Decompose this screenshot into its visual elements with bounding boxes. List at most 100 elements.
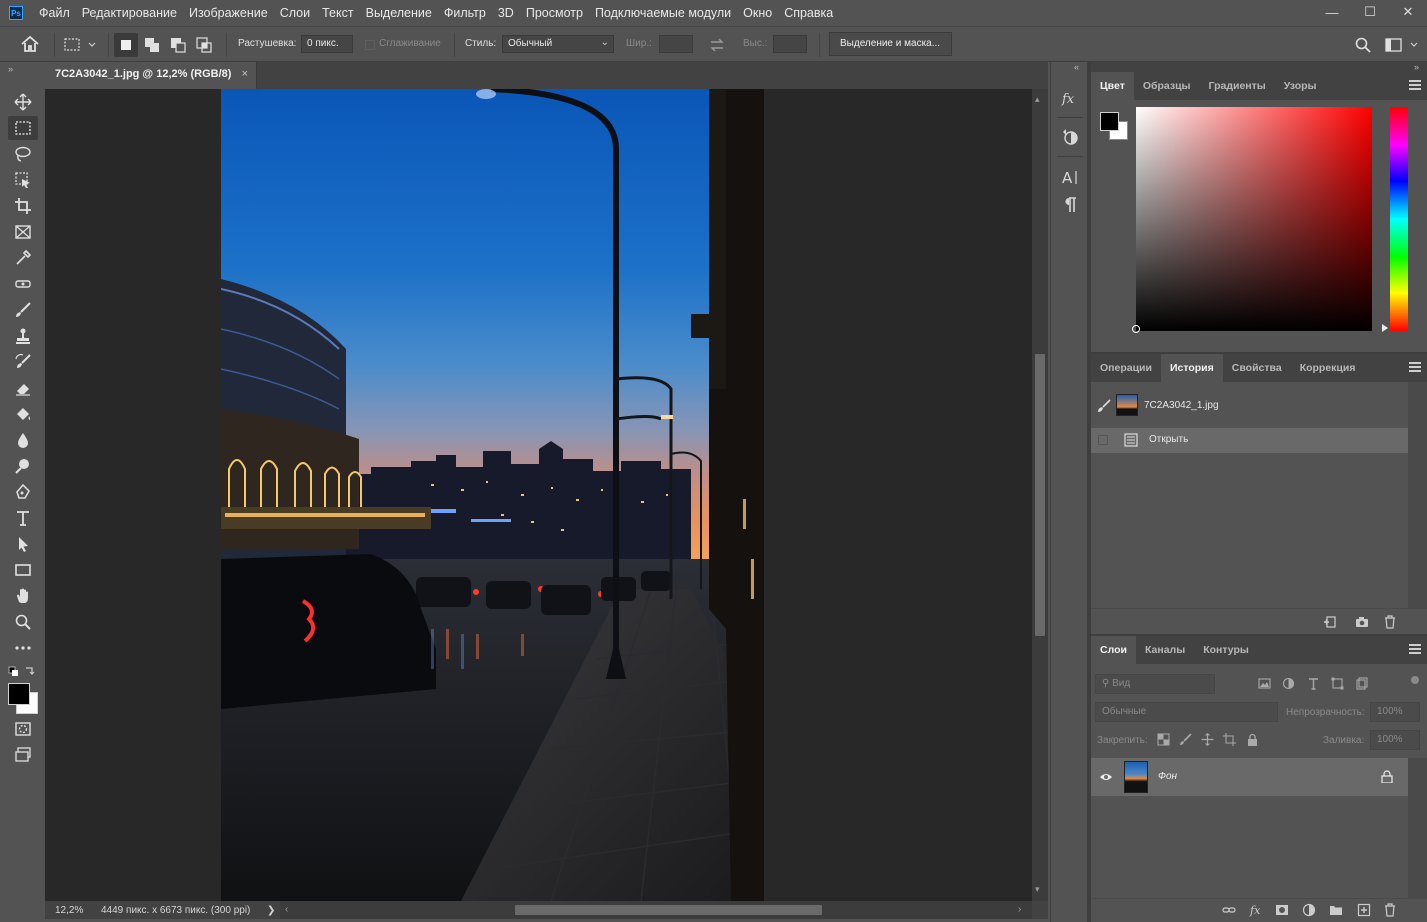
collapse-panel-icon[interactable]: »: [1414, 62, 1419, 72]
lasso-icon[interactable]: [8, 142, 38, 166]
menu-file[interactable]: Файл: [33, 0, 76, 26]
panel-foreground-swatch[interactable]: [1100, 112, 1119, 131]
add-mask-icon[interactable]: [1275, 903, 1289, 920]
history-snapshot[interactable]: 7C2A3042_1.jpg: [1091, 394, 1408, 419]
brush-icon[interactable]: [8, 298, 38, 322]
filter-pixel-layers-icon[interactable]: [1258, 677, 1271, 693]
horizontal-scrollbar[interactable]: ‹ ›: [280, 901, 1032, 919]
panel-menu-icon[interactable]: [1409, 80, 1421, 90]
workspace-switcher-icon[interactable]: [1385, 36, 1421, 54]
lock-all-icon[interactable]: [1246, 733, 1259, 749]
move-tool-icon[interactable]: [8, 90, 38, 114]
rectangular-marquee-icon[interactable]: [8, 116, 38, 140]
trash-icon[interactable]: [1383, 615, 1397, 632]
filter-smart-objects-icon[interactable]: [1355, 677, 1368, 693]
search-icon[interactable]: [1354, 36, 1372, 54]
eye-icon[interactable]: [1099, 770, 1113, 784]
styles-fx-icon[interactable]: fx: [1057, 85, 1083, 111]
width-input[interactable]: [659, 35, 693, 53]
select-and-mask-button[interactable]: Выделение и маска...: [829, 32, 952, 56]
new-selection-icon[interactable]: [114, 33, 138, 57]
clone-stamp-icon[interactable]: [8, 324, 38, 348]
blend-mode-select[interactable]: Обычные: [1095, 702, 1278, 722]
crop-icon[interactable]: [8, 194, 38, 218]
layer-name[interactable]: Фон: [1158, 771, 1177, 782]
tab-properties[interactable]: Свойства: [1223, 354, 1291, 382]
layers-scrollbar[interactable]: [1408, 758, 1427, 898]
lock-transparent-pixels-icon[interactable]: [1157, 733, 1170, 749]
more-tools-icon[interactable]: [8, 636, 38, 660]
zoom-icon[interactable]: [8, 610, 38, 634]
screen-mode-icon[interactable]: [8, 743, 38, 767]
close-tab-icon[interactable]: ×: [242, 68, 248, 80]
tab-patterns[interactable]: Узоры: [1275, 72, 1326, 100]
tab-channels[interactable]: Каналы: [1136, 636, 1194, 664]
menu-3d[interactable]: 3D: [492, 0, 520, 26]
path-selection-icon[interactable]: [8, 532, 38, 556]
tab-actions[interactable]: Операции: [1091, 354, 1161, 382]
tab-adjustments[interactable]: Коррекция: [1291, 354, 1365, 382]
lock-image-pixels-icon[interactable]: [1179, 733, 1192, 749]
menu-filter[interactable]: Фильтр: [438, 0, 492, 26]
style-select[interactable]: Обычный ⌄: [502, 35, 614, 53]
history-brush-icon[interactable]: [8, 350, 38, 374]
scroll-right-icon[interactable]: ›: [1018, 904, 1021, 915]
blur-icon[interactable]: [8, 428, 38, 452]
collapse-toolbar-icon[interactable]: »: [8, 64, 13, 74]
menu-help[interactable]: Справка: [778, 0, 839, 26]
hue-slider[interactable]: [1390, 107, 1408, 331]
layer-style-fx-icon[interactable]: fx: [1249, 903, 1263, 920]
link-layers-icon[interactable]: [1222, 903, 1236, 920]
eraser-icon[interactable]: [8, 376, 38, 400]
vertical-scrollbar[interactable]: ▴ ▾: [1032, 89, 1048, 901]
new-adjustment-layer-icon[interactable]: [1302, 903, 1316, 920]
color-picker-handle[interactable]: [1132, 325, 1140, 333]
eyedropper-icon[interactable]: [8, 246, 38, 270]
layer-filter-search[interactable]: ⚲ Вид: [1095, 674, 1215, 694]
camera-snapshot-icon[interactable]: [1355, 615, 1369, 632]
marquee-preset-icon[interactable]: [63, 36, 101, 54]
history-scrollbar[interactable]: [1408, 382, 1427, 608]
menu-image[interactable]: Изображение: [183, 0, 274, 26]
filter-shape-layers-icon[interactable]: [1331, 677, 1344, 693]
tab-swatches[interactable]: Образцы: [1134, 72, 1200, 100]
history-step-checkbox[interactable]: [1098, 435, 1108, 445]
quick-mask-icon[interactable]: [8, 717, 38, 741]
canvas-area[interactable]: [45, 89, 1032, 901]
subtract-selection-icon[interactable]: [166, 33, 190, 57]
dodge-icon[interactable]: [8, 454, 38, 478]
panel-menu-icon[interactable]: [1409, 362, 1421, 372]
paragraph-panel-icon[interactable]: [1057, 192, 1083, 218]
default-colors-icon[interactable]: [8, 665, 38, 679]
tab-gradients[interactable]: Градиенты: [1200, 72, 1275, 100]
add-selection-icon[interactable]: [140, 33, 164, 57]
maximize-button[interactable]: ☐: [1351, 0, 1389, 24]
foreground-color-swatch[interactable]: [8, 683, 30, 705]
opacity-input[interactable]: 100%: [1370, 702, 1420, 722]
lock-position-icon[interactable]: [1201, 733, 1214, 749]
horizontal-scroll-thumb[interactable]: [515, 905, 822, 915]
panel-menu-icon[interactable]: [1409, 644, 1421, 654]
hue-slider-marker[interactable]: [1382, 324, 1388, 332]
scroll-down-icon[interactable]: ▾: [1035, 884, 1040, 895]
menu-view[interactable]: Просмотр: [520, 0, 589, 26]
filter-toggle-icon[interactable]: [1411, 676, 1419, 684]
fill-input[interactable]: 100%: [1370, 730, 1420, 750]
object-selection-icon[interactable]: [8, 168, 38, 192]
antialias-checkbox[interactable]: [365, 40, 375, 50]
new-layer-icon[interactable]: [1357, 903, 1371, 920]
paint-bucket-icon[interactable]: [8, 402, 38, 426]
expand-dock-icon[interactable]: «: [1074, 62, 1079, 72]
filter-type-layers-icon[interactable]: [1307, 677, 1320, 693]
pen-icon[interactable]: [8, 480, 38, 504]
color-field[interactable]: [1132, 107, 1372, 333]
frame-icon[interactable]: [8, 220, 38, 244]
adjustments-icon[interactable]: [1057, 124, 1083, 150]
menu-plugins[interactable]: Подключаемые модули: [589, 0, 737, 26]
feather-input[interactable]: 0 пикс.: [301, 35, 353, 53]
menu-type[interactable]: Текст: [316, 0, 359, 26]
scroll-up-icon[interactable]: ▴: [1035, 94, 1040, 105]
new-group-folder-icon[interactable]: [1329, 903, 1343, 920]
tab-color[interactable]: Цвет: [1091, 72, 1134, 100]
menu-layers[interactable]: Слои: [274, 0, 316, 26]
